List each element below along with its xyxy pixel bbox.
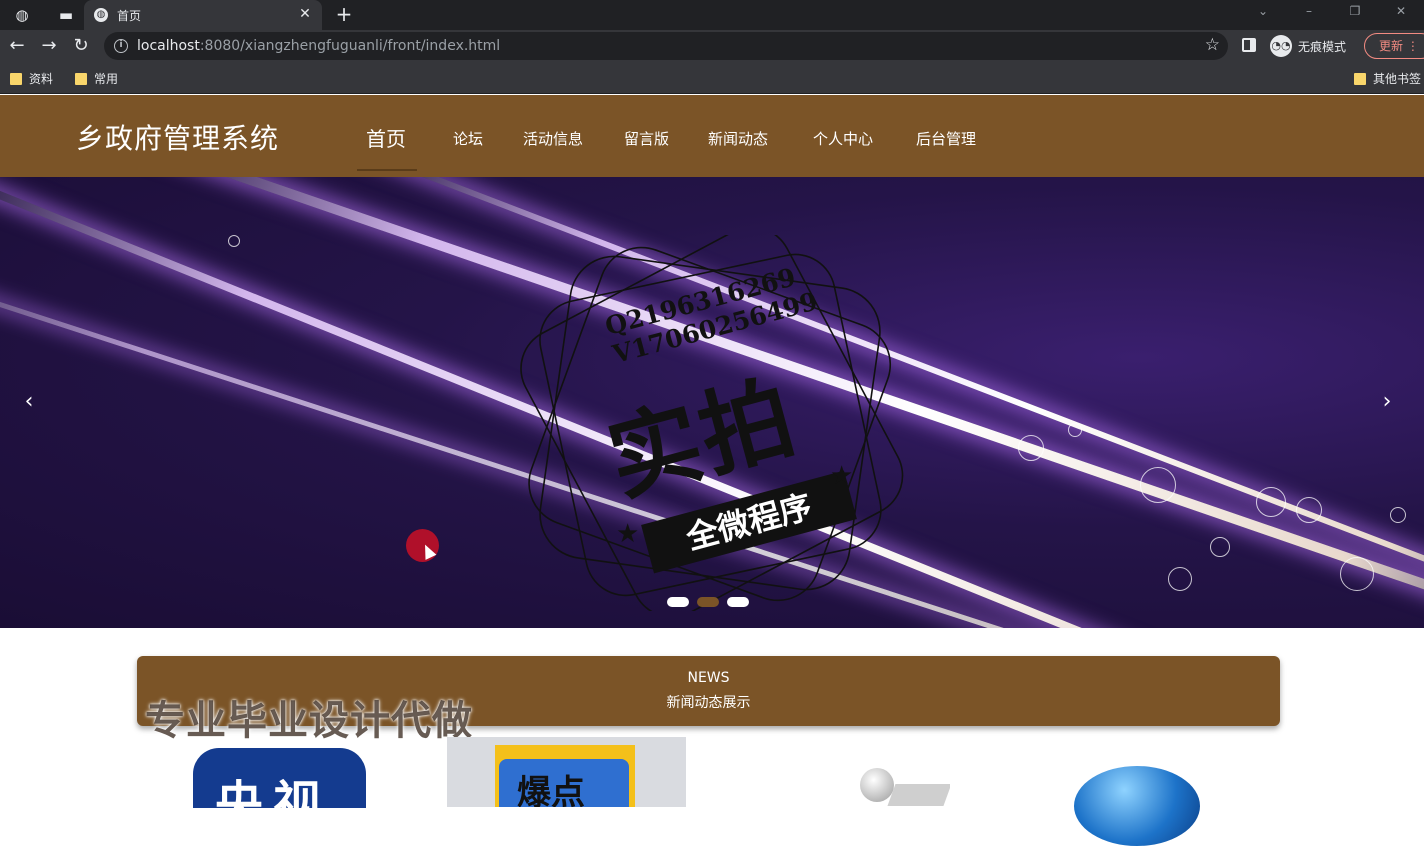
- star-icon: ★: [830, 461, 854, 491]
- new-tab-button[interactable]: +: [332, 0, 356, 30]
- bubble: [1018, 435, 1044, 461]
- figure-sheet: [884, 784, 950, 806]
- carousel-dot-active[interactable]: [697, 597, 719, 607]
- bubble: [1140, 467, 1176, 503]
- thumb-text: 爆点: [517, 773, 585, 807]
- news-thumbnail[interactable]: 爆点: [447, 737, 686, 807]
- bubble: [1068, 423, 1082, 437]
- site-header: 乡政府管理系统 首页 论坛 活动信息 留言版 新闻动态 个人中心 后台管理: [0, 95, 1424, 177]
- nav-forum[interactable]: 论坛: [453, 128, 483, 149]
- window-controls: ⌄ – ❐ ✕: [1240, 0, 1424, 30]
- bubble: [1390, 507, 1406, 523]
- other-bookmarks[interactable]: 其他书签: [1354, 70, 1421, 87]
- news-thumbnail[interactable]: 央视: [193, 748, 366, 808]
- nav-activities[interactable]: 活动信息: [523, 128, 583, 149]
- active-nav-indicator: [357, 169, 417, 171]
- info-icon[interactable]: i: [114, 39, 128, 53]
- tab-overview-icon[interactable]: ▬: [44, 0, 88, 30]
- nav-message-board[interactable]: 留言版: [624, 128, 669, 149]
- carousel-dot[interactable]: [667, 597, 689, 607]
- folder-icon: [75, 72, 87, 85]
- bookmarks-bar: 资料 常用 其他书签: [0, 62, 1424, 94]
- news-thumbnail[interactable]: [850, 766, 950, 806]
- news-heading-en: NEWS: [687, 670, 730, 686]
- bookmark-folder[interactable]: 常用: [75, 70, 118, 87]
- incognito-label: 无痕模式: [1298, 39, 1347, 54]
- bubble: [228, 235, 240, 247]
- address-bar[interactable]: i localhost:8080/xiangzhengfuguanli/fron…: [104, 32, 1228, 60]
- carousel-dot[interactable]: [727, 597, 749, 607]
- star-icon: ★: [616, 519, 640, 549]
- bookmark-folder[interactable]: 资料: [10, 70, 53, 87]
- browser-tab-strip: ◍ ▬ ◍ 首页 ✕ + ⌄ – ❐ ✕: [0, 0, 1424, 30]
- news-thumbnail-globe[interactable]: [1074, 766, 1200, 846]
- globe-icon: ◍: [94, 8, 108, 22]
- url-text[interactable]: localhost:8080/xiangzhengfuguanli/front/…: [137, 38, 500, 54]
- tab-title: 首页: [117, 9, 142, 23]
- forward-arrow-icon[interactable]: →: [37, 34, 61, 58]
- watermark-stamp: Q2196316269 V17060256499 实拍 全微程序 ★ ★: [520, 235, 904, 611]
- browser-tab-active[interactable]: ◍ 首页 ✕: [84, 0, 322, 30]
- restore-icon[interactable]: ❐: [1332, 0, 1378, 30]
- bubble: [1296, 497, 1322, 523]
- bubble: [1210, 537, 1230, 557]
- nav-admin[interactable]: 后台管理: [916, 128, 976, 149]
- nav-home[interactable]: 首页: [366, 123, 406, 152]
- close-icon[interactable]: ✕: [296, 5, 314, 23]
- overlay-watermark: 专业毕业设计代做: [145, 698, 473, 744]
- incognito-indicator[interactable]: ◔◔ 无痕模式: [1270, 35, 1346, 57]
- hero-carousel[interactable]: Q2196316269 V17060256499 实拍 全微程序 ★ ★ ‹ ›: [0, 177, 1424, 628]
- nav-news[interactable]: 新闻动态: [708, 128, 768, 149]
- incognito-icon: ◔◔: [1270, 35, 1292, 57]
- figure-head: [860, 768, 894, 802]
- close-window-icon[interactable]: ✕: [1378, 0, 1424, 30]
- thumb-poster: 爆点: [495, 745, 635, 807]
- globe-icon[interactable]: ◍: [0, 0, 44, 30]
- carousel-indicators: [667, 597, 749, 607]
- carousel-prev-button[interactable]: ‹: [14, 389, 44, 414]
- browser-toolbar: ← → ↻ i localhost:8080/xiangzhengfuguanl…: [0, 30, 1424, 62]
- carousel-next-button[interactable]: ›: [1372, 389, 1402, 414]
- chevron-down-icon[interactable]: ⌄: [1240, 0, 1286, 30]
- minimize-icon[interactable]: –: [1286, 0, 1332, 30]
- site-title[interactable]: 乡政府管理系统: [76, 117, 279, 157]
- update-button[interactable]: 更新 ⋮: [1364, 33, 1424, 59]
- folder-icon: [10, 72, 22, 85]
- nav-personal-center[interactable]: 个人中心: [813, 128, 873, 149]
- bubble: [1340, 557, 1374, 591]
- folder-icon: [1354, 72, 1366, 85]
- back-arrow-icon[interactable]: ←: [5, 34, 29, 58]
- bookmark-star-icon[interactable]: ☆: [1205, 35, 1220, 55]
- side-panel-icon[interactable]: [1242, 38, 1256, 52]
- bubble: [1256, 487, 1286, 517]
- reload-icon[interactable]: ↻: [69, 34, 93, 58]
- bubble: [1168, 567, 1192, 591]
- thumb-text: 央视: [215, 776, 332, 808]
